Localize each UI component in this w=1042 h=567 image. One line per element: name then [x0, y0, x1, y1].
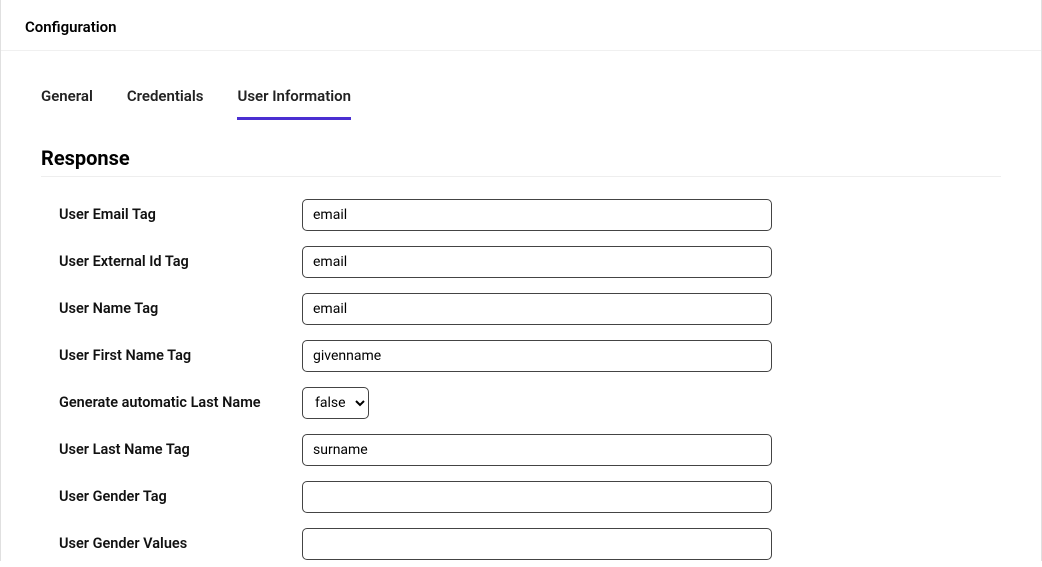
select-generate-auto-last-name[interactable]: false true: [302, 387, 369, 419]
row-generate-auto-last-name: Generate automatic Last Name false true: [59, 379, 1001, 426]
label-user-first-name-tag: User First Name Tag: [59, 347, 302, 364]
row-user-email-tag: User Email Tag: [59, 191, 1001, 238]
section-title: Response: [41, 146, 1001, 177]
row-user-gender-values: User Gender Values: [59, 520, 1001, 567]
tab-credentials[interactable]: Credentials: [127, 81, 204, 120]
label-user-name-tag: User Name Tag: [59, 300, 302, 317]
tab-user-information[interactable]: User Information: [237, 81, 351, 120]
page-title: Configuration: [1, 0, 1041, 51]
input-user-external-id-tag[interactable]: [302, 246, 772, 278]
row-user-external-id-tag: User External Id Tag: [59, 238, 1001, 285]
row-user-last-name-tag: User Last Name Tag: [59, 426, 1001, 473]
label-user-last-name-tag: User Last Name Tag: [59, 441, 302, 458]
input-user-email-tag[interactable]: [302, 199, 772, 231]
content-area: General Credentials User Information Res…: [1, 51, 1041, 567]
label-user-gender-values: User Gender Values: [59, 535, 302, 552]
input-user-name-tag[interactable]: [302, 293, 772, 325]
input-user-gender-values[interactable]: [302, 528, 772, 560]
label-user-gender-tag: User Gender Tag: [59, 488, 302, 505]
label-user-external-id-tag: User External Id Tag: [59, 253, 302, 270]
label-user-email-tag: User Email Tag: [59, 206, 302, 223]
tabs: General Credentials User Information: [41, 51, 1001, 120]
label-generate-auto-last-name: Generate automatic Last Name: [59, 394, 302, 411]
input-user-first-name-tag[interactable]: [302, 340, 772, 372]
tab-general[interactable]: General: [41, 81, 93, 120]
row-user-first-name-tag: User First Name Tag: [59, 332, 1001, 379]
input-user-last-name-tag[interactable]: [302, 434, 772, 466]
fields: User Email Tag User External Id Tag User…: [41, 191, 1001, 567]
configuration-panel: Configuration General Credentials User I…: [0, 0, 1042, 561]
row-user-name-tag: User Name Tag: [59, 285, 1001, 332]
row-user-gender-tag: User Gender Tag: [59, 473, 1001, 520]
input-user-gender-tag[interactable]: [302, 481, 772, 513]
